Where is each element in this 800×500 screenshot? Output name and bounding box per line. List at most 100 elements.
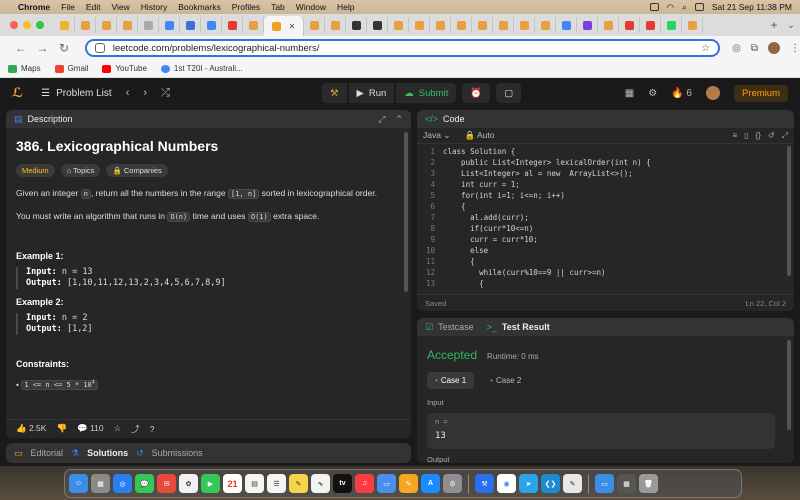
menu-file[interactable]: File [61, 2, 75, 12]
back-icon[interactable]: ← [10, 41, 32, 55]
bookmark-youtube[interactable]: YouTube [102, 64, 147, 73]
app-store-icon[interactable]: A [421, 474, 440, 493]
problem-title[interactable]: 386. Lexicographical Numbers [16, 138, 401, 154]
code-editor[interactable]: 1 class Solution { 2 public List<Integer>… [417, 144, 794, 292]
system-settings-icon[interactable]: ⚙ [443, 474, 462, 493]
browser-tab[interactable] [493, 17, 514, 33]
facetime-icon[interactable]: ▶ [201, 474, 220, 493]
comments-button[interactable]: 💬 110 [77, 423, 104, 434]
streak-counter[interactable]: 🔥 6 [671, 88, 692, 99]
menu-help[interactable]: Help [337, 2, 354, 12]
topics-button[interactable]: ⌂ Topics [60, 164, 101, 177]
browser-tab[interactable] [367, 17, 388, 33]
leetcode-logo-icon[interactable]: ℒ [12, 85, 23, 101]
menubar-datetime[interactable]: Sat 21 Sep 11:38 PM [712, 2, 792, 12]
bookmark-icon[interactable]: ▯ [744, 131, 748, 141]
favorite-star-icon[interactable]: ☆ [114, 423, 122, 434]
tab-solutions[interactable]: Solutions [87, 448, 128, 458]
collapse-icon[interactable]: ⌃ [395, 114, 403, 125]
browser-tab[interactable] [243, 17, 264, 33]
menu-tab[interactable]: Tab [271, 2, 285, 12]
trash-icon[interactable]: 🗑 [639, 474, 658, 493]
menu-view[interactable]: View [111, 2, 129, 12]
xcode-icon[interactable]: ⚒ [475, 474, 494, 493]
tab-submissions[interactable]: Submissions [152, 448, 203, 458]
site-info-icon[interactable] [94, 43, 105, 53]
maximize-icon[interactable]: ⤢ [378, 114, 385, 125]
dislike-icon[interactable]: 👎 [56, 423, 67, 434]
case-tab-2[interactable]: • Case 2 [482, 372, 529, 389]
browser-tab[interactable] [325, 17, 346, 33]
music-icon[interactable]: ♫ [355, 474, 374, 493]
bookmark-cricket[interactable]: 1st T20I - Australi... [160, 64, 243, 73]
menu-profiles[interactable]: Profiles [232, 2, 260, 12]
forward-icon[interactable]: → [32, 41, 54, 55]
browser-tab[interactable] [640, 17, 661, 33]
description-scrollbar[interactable] [404, 132, 408, 292]
browser-tab[interactable] [117, 17, 138, 33]
finder-icon[interactable]: ☺ [69, 474, 88, 493]
bookmark-maps[interactable]: Maps [8, 64, 41, 73]
browser-tab[interactable] [75, 17, 96, 33]
browser-tab[interactable] [598, 17, 619, 33]
mail-icon[interactable]: ✉ [157, 474, 176, 493]
freeform-icon[interactable]: ∿ [311, 474, 330, 493]
downloads-folder-icon[interactable]: ▭ [595, 474, 614, 493]
text-editor-icon[interactable]: ✎ [563, 474, 582, 493]
browser-tab[interactable] [180, 17, 201, 33]
browser-tab[interactable] [682, 17, 703, 33]
control-center-icon[interactable] [694, 3, 704, 11]
apple-tv-icon[interactable]: tv [333, 474, 352, 493]
battery-icon[interactable] [649, 3, 659, 11]
braces-icon[interactable]: {} [756, 131, 761, 141]
settings-gear-icon[interactable]: ⚙ [648, 88, 657, 99]
help-icon[interactable]: ? [150, 424, 155, 434]
reset-icon[interactable]: ↺ [768, 131, 775, 141]
menu-history[interactable]: History [141, 2, 167, 12]
browser-tab[interactable] [201, 17, 222, 33]
browser-tab[interactable] [535, 17, 556, 33]
bookmark-gmail[interactable]: Gmail [54, 64, 88, 73]
vscode-icon[interactable]: ❮❯ [541, 474, 560, 493]
menu-chrome[interactable]: Chrome [18, 2, 50, 12]
search-icon[interactable]: ⌕ [682, 2, 687, 13]
calendar-icon[interactable]: 21 [223, 474, 242, 493]
problem-list-button[interactable]: ☰ Problem List [41, 88, 112, 99]
tab-test-result[interactable]: Test Result [502, 322, 550, 332]
notes-button[interactable]: ▢ [496, 83, 522, 103]
auto-mode-toggle[interactable]: 🔒 Auto [464, 130, 494, 141]
browser-tab[interactable] [409, 17, 430, 33]
extension-icon[interactable]: ◎ [732, 43, 741, 54]
reload-icon[interactable]: ↻ [53, 41, 75, 55]
next-problem-icon[interactable]: › [143, 87, 147, 99]
close-tab-icon[interactable]: ✕ [289, 22, 296, 31]
browser-tab[interactable] [388, 17, 409, 33]
like-button[interactable]: 👍 2.5K [16, 423, 46, 434]
browser-tab[interactable] [472, 17, 493, 33]
browser-tab[interactable] [556, 17, 577, 33]
menu-window[interactable]: Window [296, 2, 326, 12]
companies-button[interactable]: 🔒 Companies [106, 164, 168, 177]
messages-icon[interactable]: 💬 [135, 474, 154, 493]
close-window-icon[interactable] [10, 21, 18, 29]
extensions-puzzle-icon[interactable]: ⧉ [751, 43, 758, 54]
browser-tab[interactable] [138, 17, 159, 33]
chrome-icon[interactable]: ◉ [497, 474, 516, 493]
bookmark-star-icon[interactable]: ☆ [701, 43, 710, 54]
browser-tab[interactable] [661, 17, 682, 33]
timer-button[interactable]: ⏰ [462, 83, 491, 103]
tab-editorial[interactable]: Editorial [31, 448, 64, 458]
contacts-icon[interactable]: ▤ [245, 474, 264, 493]
layout-icon[interactable]: ▦ [625, 88, 634, 99]
share-icon[interactable]: ⤴ [131, 423, 140, 435]
debug-button[interactable]: ⚒ [322, 83, 347, 103]
zoom-window-icon[interactable] [36, 21, 44, 29]
browser-tab[interactable] [346, 17, 367, 33]
browser-tab[interactable] [577, 17, 598, 33]
prev-problem-icon[interactable]: ‹ [126, 87, 130, 99]
browser-tab[interactable] [304, 17, 325, 33]
new-tab-icon[interactable]: + [766, 18, 782, 32]
tab-code[interactable]: Code [443, 114, 465, 124]
browser-tab[interactable] [96, 17, 117, 33]
case-tab-1[interactable]: • Case 1 [427, 372, 475, 389]
